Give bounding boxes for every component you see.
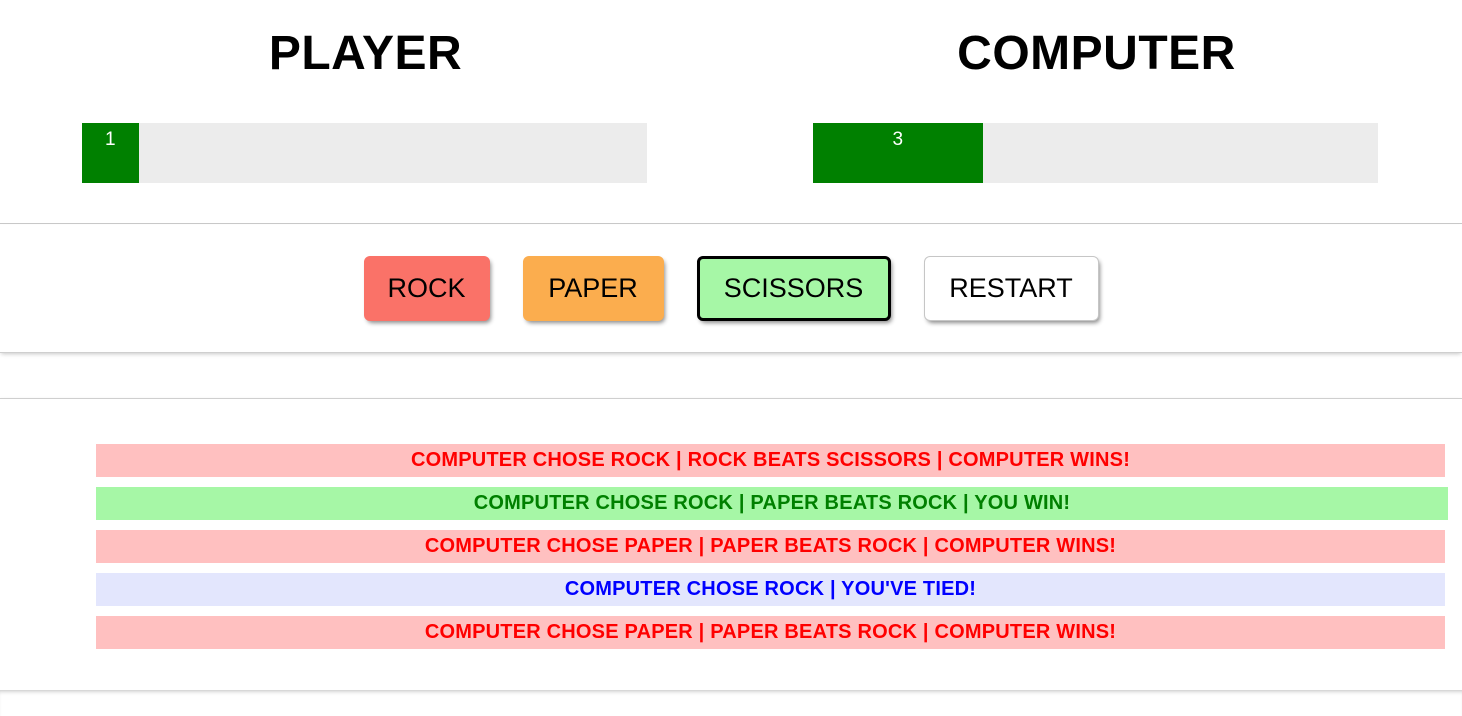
computer-score-bar-fill: 3: [813, 123, 983, 183]
scissors-button[interactable]: SCISSORS: [696, 256, 891, 321]
computer-score-bar-track: 3: [813, 123, 1378, 183]
computer-panel: COMPUTER 3: [731, 0, 1462, 223]
player-score-bar-track: 1: [82, 123, 647, 183]
computer-title: COMPUTER: [957, 27, 1236, 80]
paper-button[interactable]: PAPER: [522, 256, 664, 321]
player-panel: PLAYER 1: [0, 0, 731, 223]
player-title: PLAYER: [268, 27, 463, 80]
result-log-row: COMPUTER CHOSE ROCK | PAPER BEATS ROCK |…: [96, 487, 1448, 520]
restart-button[interactable]: RESTART: [923, 256, 1099, 321]
result-log-row: COMPUTER CHOSE PAPER | PAPER BEATS ROCK …: [96, 616, 1445, 649]
result-log-row: COMPUTER CHOSE ROCK | ROCK BEATS SCISSOR…: [96, 444, 1445, 477]
result-log-panel: COMPUTER CHOSE ROCK | ROCK BEATS SCISSOR…: [0, 398, 1462, 690]
result-log-row: COMPUTER CHOSE ROCK | YOU'VE TIED!: [96, 573, 1445, 606]
result-log-row: COMPUTER CHOSE PAPER | PAPER BEATS ROCK …: [96, 530, 1445, 563]
rock-button[interactable]: ROCK: [363, 256, 490, 321]
page-bottom-edge: [0, 690, 1462, 716]
result-log-list: COMPUTER CHOSE ROCK | ROCK BEATS SCISSOR…: [96, 444, 1448, 649]
player-score-bar-fill: 1: [82, 123, 139, 183]
computer-score-value: 3: [892, 129, 904, 150]
scoreboard: PLAYER 1 COMPUTER 3: [0, 0, 1462, 224]
player-score-value: 1: [104, 129, 116, 150]
controls-bar: ROCK PAPER SCISSORS RESTART: [0, 225, 1462, 353]
